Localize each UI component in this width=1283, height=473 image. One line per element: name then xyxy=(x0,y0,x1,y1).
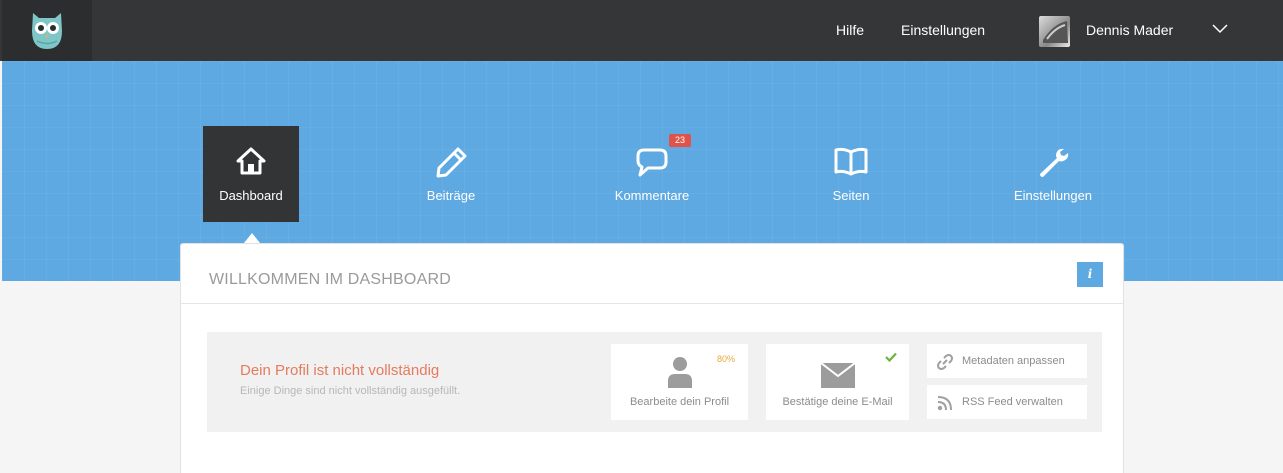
divider xyxy=(181,303,1123,304)
edit-profile-tile[interactable]: 80% Bearbeite dein Profil xyxy=(611,344,748,420)
nav-einstellungen[interactable]: Einstellungen xyxy=(1005,126,1101,222)
speech-bubble-icon xyxy=(636,148,668,177)
owl-logo-icon xyxy=(32,13,62,49)
nav-beitraege[interactable]: Beiträge xyxy=(403,126,499,222)
comments-count-badge: 23 xyxy=(669,134,691,147)
metadata-action[interactable]: Metadaten anpassen xyxy=(927,344,1087,378)
nav-label: Einstellungen xyxy=(1013,188,1093,203)
profile-warning-title: Dein Profil ist nicht vollständig xyxy=(240,362,440,379)
action-label: Metadaten anpassen xyxy=(962,355,1065,367)
welcome-card: WILLKOMMEN IM DASHBOARD i Dein Profil is… xyxy=(180,243,1124,473)
tile-label: Bestätige deine E-Mail xyxy=(782,396,893,408)
link-icon xyxy=(937,354,953,370)
nav-label: Seiten xyxy=(832,188,870,203)
nav-seiten[interactable]: Seiten xyxy=(803,126,899,222)
profile-completion-panel: Dein Profil ist nicht vollständig Einige… xyxy=(207,332,1102,432)
logo[interactable] xyxy=(2,0,92,61)
wrench-icon xyxy=(1040,148,1069,177)
settings-link[interactable]: Einstellungen xyxy=(901,22,985,38)
user-name[interactable]: Dennis Mader xyxy=(1086,22,1173,38)
rss-icon xyxy=(937,396,952,411)
profile-progress-badge: 80% xyxy=(716,354,735,364)
book-icon xyxy=(834,147,868,176)
page-title: WILLKOMMEN IM DASHBOARD xyxy=(209,271,451,288)
top-bar: Hilfe Einstellungen Dennis Mader xyxy=(0,0,1283,61)
pencil-icon xyxy=(436,147,467,178)
profile-warning-subtitle: Einige Dinge sind nicht vollständig ausg… xyxy=(240,385,461,397)
rss-action[interactable]: RSS Feed verwalten xyxy=(927,385,1087,419)
help-link[interactable]: Hilfe xyxy=(836,22,864,38)
info-button[interactable]: i xyxy=(1077,262,1103,287)
home-icon xyxy=(236,147,266,175)
nav-dashboard[interactable]: Dashboard xyxy=(203,126,299,222)
envelope-icon xyxy=(821,363,855,388)
confirm-email-tile[interactable]: Bestätige deine E-Mail xyxy=(766,344,909,420)
tile-label: Bearbeite dein Profil xyxy=(629,396,730,408)
action-label: RSS Feed verwalten xyxy=(962,396,1063,408)
active-indicator xyxy=(244,233,260,243)
nav-label: Kommentare xyxy=(614,188,690,203)
nav-label: Dashboard xyxy=(219,188,283,203)
avatar[interactable] xyxy=(1039,16,1070,47)
check-icon xyxy=(885,352,897,362)
avatar-image xyxy=(1043,21,1068,43)
nav-label: Beiträge xyxy=(426,188,476,203)
chevron-down-icon[interactable] xyxy=(1212,23,1228,35)
user-icon xyxy=(668,357,692,388)
